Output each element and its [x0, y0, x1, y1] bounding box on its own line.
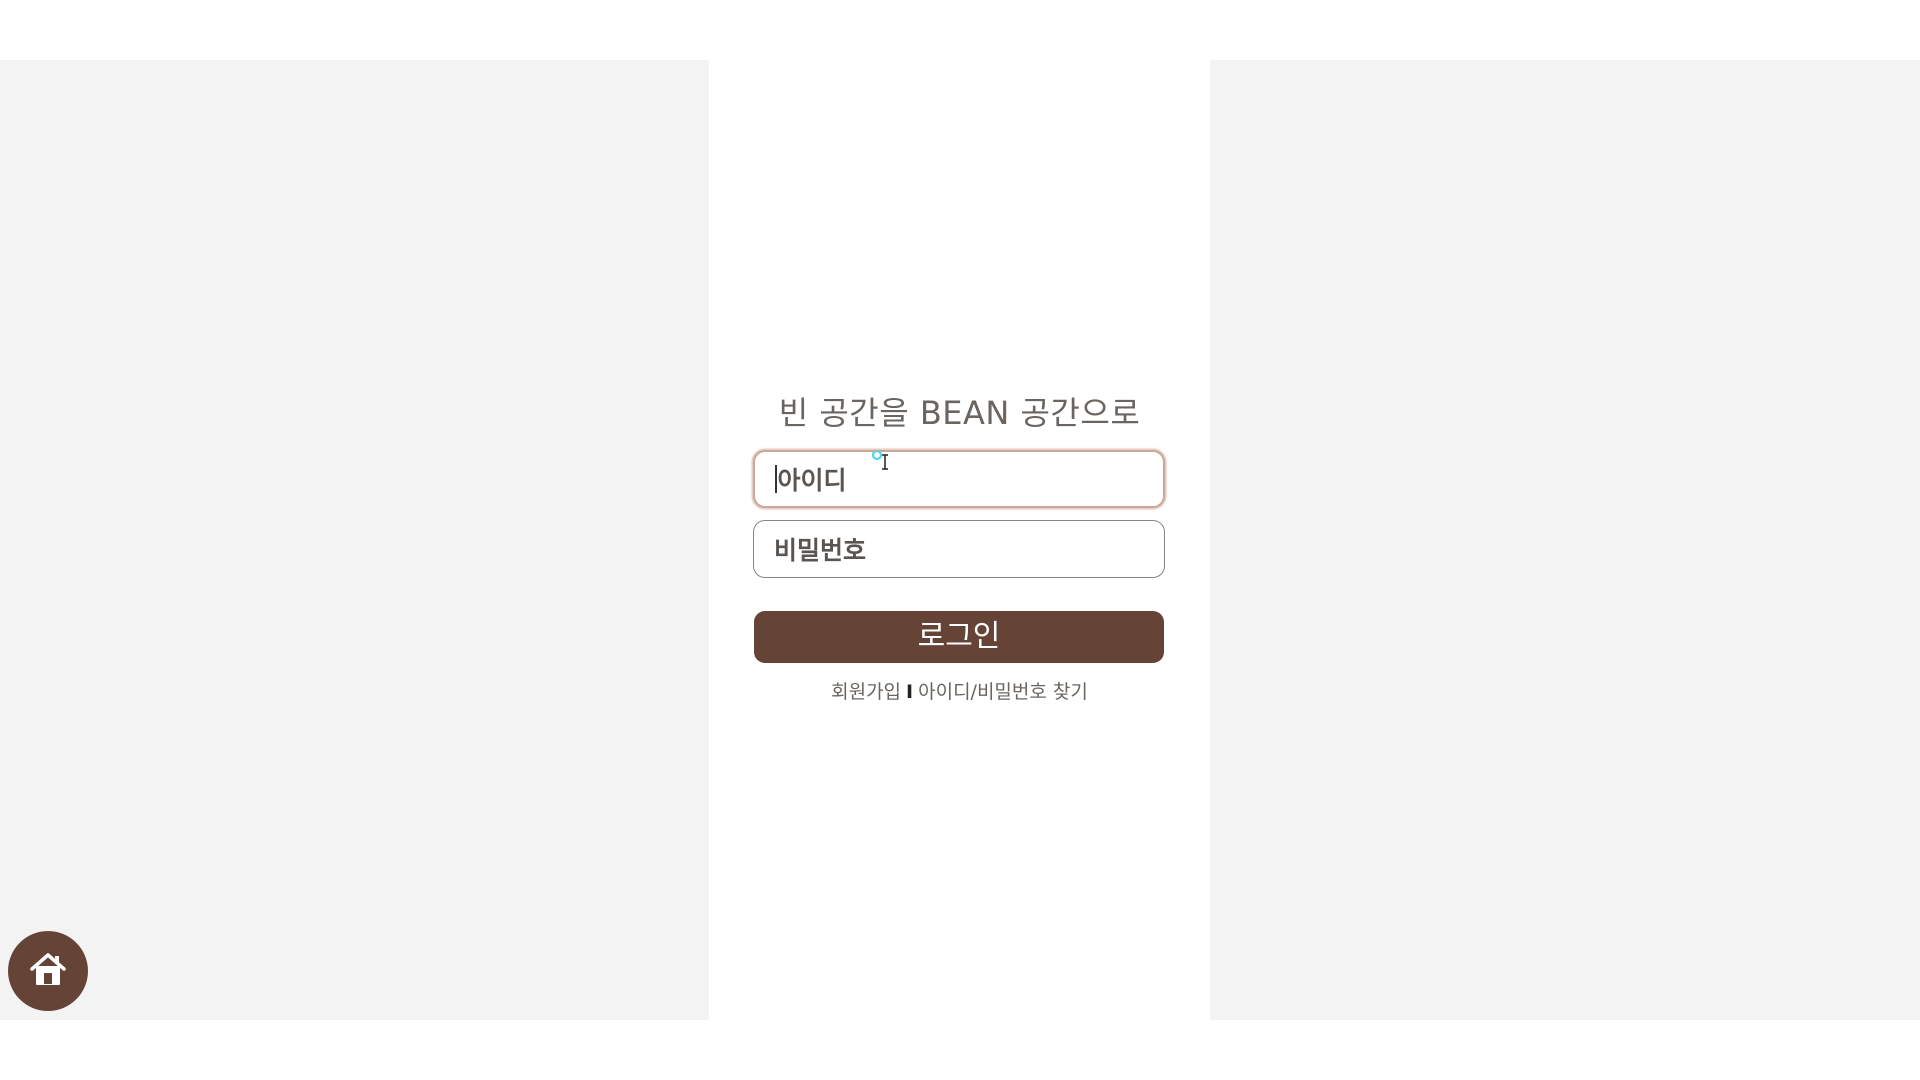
right-background-panel	[1210, 60, 1920, 1020]
link-separator: I	[906, 681, 914, 703]
tagline: 빈 공간을 BEAN 공간으로	[778, 394, 1141, 432]
home-button[interactable]	[8, 931, 88, 1011]
id-placeholder: 아이디	[777, 466, 847, 495]
left-background-panel	[0, 60, 709, 1020]
signup-link[interactable]: 회원가입	[831, 681, 901, 703]
password-input[interactable]: 비밀번호	[753, 520, 1165, 578]
login-page: 빈 공간을 BEAN 공간으로 아이디 비밀번호 로그인 회원가입 I 아이디/비밀…	[0, 0, 1920, 1080]
find-account-link[interactable]: 아이디/비밀번호 찾기	[918, 681, 1088, 703]
id-input[interactable]: 아이디	[753, 450, 1165, 508]
password-placeholder: 비밀번호	[774, 536, 867, 565]
login-button[interactable]: 로그인	[754, 611, 1164, 663]
text-caret	[775, 465, 777, 493]
home-icon	[28, 951, 68, 991]
account-links: 회원가입 I 아이디/비밀번호 찾기	[709, 677, 1210, 704]
text-cursor-icon	[871, 449, 892, 479]
